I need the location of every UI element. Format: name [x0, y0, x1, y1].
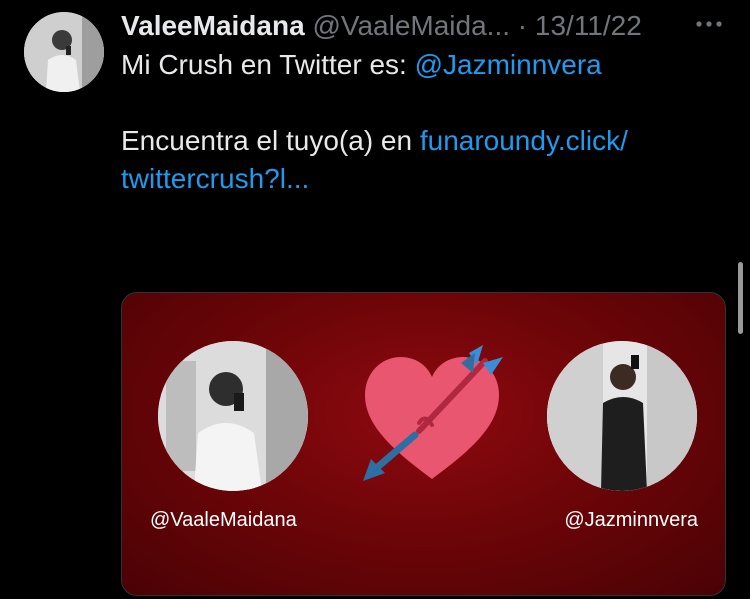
tweet-header: ValeeMaidana @VaaleMaida... · 13/11/22 [121, 8, 642, 44]
url-link-part2[interactable]: twittercrush?l... [121, 163, 309, 194]
tweet-text-spacer [121, 84, 711, 122]
right-username: @Jazminnvera [564, 509, 698, 531]
left-profile-picture [158, 341, 308, 491]
url-link-part1[interactable]: funaroundy.click/ [420, 125, 628, 156]
tweet-date[interactable]: 13/11/22 [535, 10, 642, 41]
left-profile-photo-icon [158, 341, 308, 491]
tweet-text: Mi Crush en Twitter es: @Jazminnvera Enc… [121, 46, 711, 198]
more-dots-icon [696, 21, 722, 27]
scrollbar-thumb[interactable] [738, 262, 743, 334]
tweet-text-line1: Mi Crush en Twitter es: @Jazminnvera [121, 46, 711, 84]
left-username: @VaaleMaidana [150, 509, 297, 531]
header-separator: · [517, 10, 528, 41]
heart-with-arrow-icon [363, 345, 503, 481]
tweet-text-line2: Encuentra el tuyo(a) en funaroundy.click… [121, 122, 711, 198]
author-name[interactable]: ValeeMaidana [121, 10, 305, 41]
author-avatar-photo-icon [24, 12, 104, 92]
mention-link[interactable]: @Jazminnvera [415, 49, 602, 80]
tweet-text2-prefix: Encuentra el tuyo(a) en [121, 125, 420, 156]
right-profile-picture [547, 341, 697, 491]
right-profile-photo-icon [547, 341, 697, 491]
link-card[interactable]: @VaaleMaidana @Jazminnvera [121, 292, 726, 596]
author-handle[interactable]: @VaaleMaida... [312, 10, 510, 41]
more-options-button[interactable] [691, 12, 727, 36]
author-avatar[interactable] [24, 12, 104, 92]
tweet-text-prefix: Mi Crush en Twitter es: [121, 49, 415, 80]
